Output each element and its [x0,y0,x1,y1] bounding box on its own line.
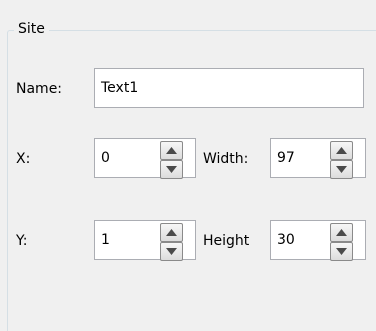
y-increment-button[interactable] [160,223,183,242]
width-spinner[interactable] [330,141,353,179]
width-increment-button[interactable] [330,141,353,160]
y-field-value: 1 [101,232,110,248]
width-field-value: 97 [277,150,295,166]
x-decrement-button[interactable] [160,160,183,179]
y-spinner[interactable] [160,223,183,261]
y-label: Y: [16,233,28,249]
arrow-up-icon [166,147,177,154]
width-label: Width: [203,151,249,167]
arrow-up-icon [336,147,347,154]
x-field-value: 0 [101,150,110,166]
height-field-value: 30 [277,232,295,248]
arrow-down-icon [166,166,177,173]
height-label: Height [203,233,250,249]
x-spinner[interactable] [160,141,183,179]
height-spinner[interactable] [330,223,353,261]
x-increment-button[interactable] [160,141,183,160]
arrow-down-icon [336,166,347,173]
arrow-up-icon [166,229,177,236]
name-field-value: Text1 [101,80,139,96]
name-field[interactable]: Text1 [94,68,364,108]
arrow-up-icon [336,229,347,236]
name-label: Name: [16,81,63,97]
height-increment-button[interactable] [330,223,353,242]
arrow-down-icon [336,248,347,255]
height-decrement-button[interactable] [330,242,353,261]
width-decrement-button[interactable] [330,160,353,179]
site-group-title: Site [14,18,49,40]
arrow-down-icon [166,248,177,255]
y-decrement-button[interactable] [160,242,183,261]
x-label: X: [16,151,31,167]
